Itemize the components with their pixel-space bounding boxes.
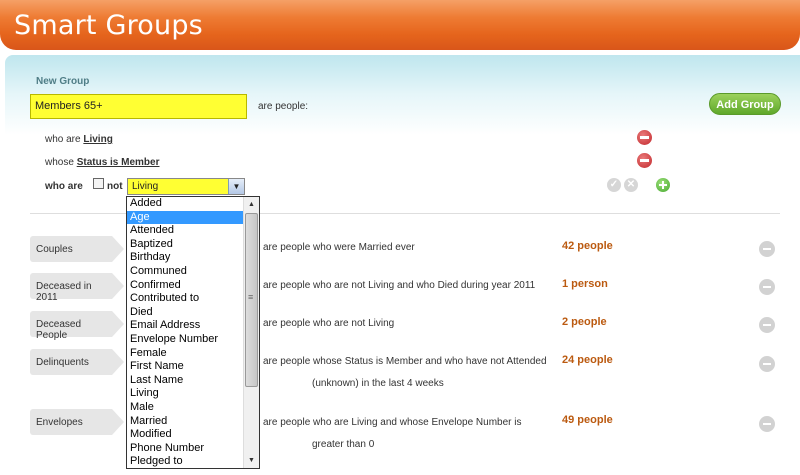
- dropdown-option[interactable]: First Name: [127, 360, 243, 374]
- new-group-label: New Group: [36, 76, 90, 87]
- dropdown-option[interactable]: Died: [127, 306, 243, 320]
- dropdown-option[interactable]: Married: [127, 415, 243, 429]
- group-description: are people who are not Living: [263, 318, 395, 329]
- group-description: are people who are Living and whose Enve…: [263, 417, 522, 428]
- dropdown-option[interactable]: Added: [127, 197, 243, 211]
- dropdown-option[interactable]: Baptized: [127, 238, 243, 252]
- dropdown-option[interactable]: Male: [127, 401, 243, 415]
- condition-field-select[interactable]: Living ▼: [127, 178, 245, 195]
- group-count[interactable]: 42 people: [562, 240, 613, 252]
- group-count[interactable]: 49 people: [562, 414, 613, 426]
- condition-prefix: who are: [45, 134, 81, 145]
- group-count[interactable]: 2 people: [562, 316, 607, 328]
- condition-prefix: whose: [45, 157, 74, 168]
- select-value: Living: [132, 181, 159, 192]
- confirm-check-icon[interactable]: ✓: [607, 178, 621, 192]
- group-description: are people who were Married ever: [263, 242, 415, 253]
- not-checkbox[interactable]: [93, 178, 104, 189]
- scroll-down-icon[interactable]: ▼: [244, 453, 259, 468]
- dropdown-option[interactable]: Female: [127, 347, 243, 361]
- header-bar: Smart Groups: [0, 0, 800, 50]
- add-group-button[interactable]: Add Group: [709, 93, 781, 115]
- remove-condition-icon[interactable]: [637, 130, 652, 145]
- group-name-envelopes[interactable]: Envelopes: [30, 409, 124, 435]
- condition-value[interactable]: Living: [83, 134, 112, 145]
- remove-group-icon[interactable]: [759, 416, 775, 432]
- dropdown-option[interactable]: Pledged to: [127, 455, 243, 468]
- dropdown-option[interactable]: Contributed to: [127, 292, 243, 306]
- group-name-delinquents[interactable]: Delinquents: [30, 349, 124, 375]
- dropdown-option[interactable]: Birthday: [127, 251, 243, 265]
- are-people-label: are people:: [258, 101, 309, 112]
- dropdown-option[interactable]: Communed: [127, 265, 243, 279]
- dropdown-options: Added Age Attended Baptized Birthday Communed…: [127, 197, 243, 468]
- group-description-line2: (unknown) in the last 4 weeks: [312, 378, 444, 389]
- remove-condition-icon[interactable]: [637, 153, 652, 168]
- group-count[interactable]: 1 person: [562, 278, 608, 290]
- group-description-line2: greater than 0: [312, 439, 375, 450]
- dropdown-scrollbar[interactable]: ▲ ▼: [243, 197, 259, 468]
- group-name-deceased-2011[interactable]: Deceased in 2011: [30, 273, 124, 303]
- dropdown-option[interactable]: Attended: [127, 224, 243, 238]
- not-label: not: [107, 181, 123, 192]
- dropdown-option[interactable]: Phone Number: [127, 442, 243, 456]
- dropdown-option[interactable]: Modified: [127, 428, 243, 442]
- scroll-up-icon[interactable]: ▲: [244, 197, 259, 212]
- condition-value[interactable]: Status is Member: [77, 157, 160, 168]
- remove-group-icon[interactable]: [759, 356, 775, 372]
- condition-row: whose Status is Member: [45, 157, 160, 168]
- new-condition-prefix: who are: [45, 181, 83, 192]
- dropdown-option[interactable]: Living: [127, 387, 243, 401]
- remove-group-icon[interactable]: [759, 279, 775, 295]
- cancel-x-icon[interactable]: ✕: [624, 178, 638, 192]
- add-condition-icon[interactable]: [656, 178, 670, 192]
- group-name-couples[interactable]: Couples: [30, 236, 124, 262]
- group-description: are people who are not Living and who Di…: [263, 280, 536, 291]
- dropdown-option[interactable]: Confirmed: [127, 279, 243, 293]
- group-description: are people whose Status is Member and wh…: [263, 356, 547, 367]
- scrollbar-thumb[interactable]: [245, 213, 258, 387]
- remove-group-icon[interactable]: [759, 241, 775, 257]
- chevron-down-icon[interactable]: ▼: [228, 179, 244, 194]
- dropdown-option[interactable]: Envelope Number: [127, 333, 243, 347]
- remove-group-icon[interactable]: [759, 317, 775, 333]
- condition-field-dropdown[interactable]: Added Age Attended Baptized Birthday Communed…: [126, 196, 260, 469]
- dropdown-option[interactable]: Age: [127, 210, 243, 225]
- condition-row: who are Living: [45, 134, 113, 145]
- group-name-input[interactable]: Members 65+: [30, 94, 247, 119]
- dropdown-option[interactable]: Email Address: [127, 319, 243, 333]
- group-count[interactable]: 24 people: [562, 354, 613, 366]
- group-name-deceased-people[interactable]: Deceased People: [30, 311, 124, 341]
- page-title: Smart Groups: [14, 10, 203, 41]
- dropdown-option[interactable]: Last Name: [127, 374, 243, 388]
